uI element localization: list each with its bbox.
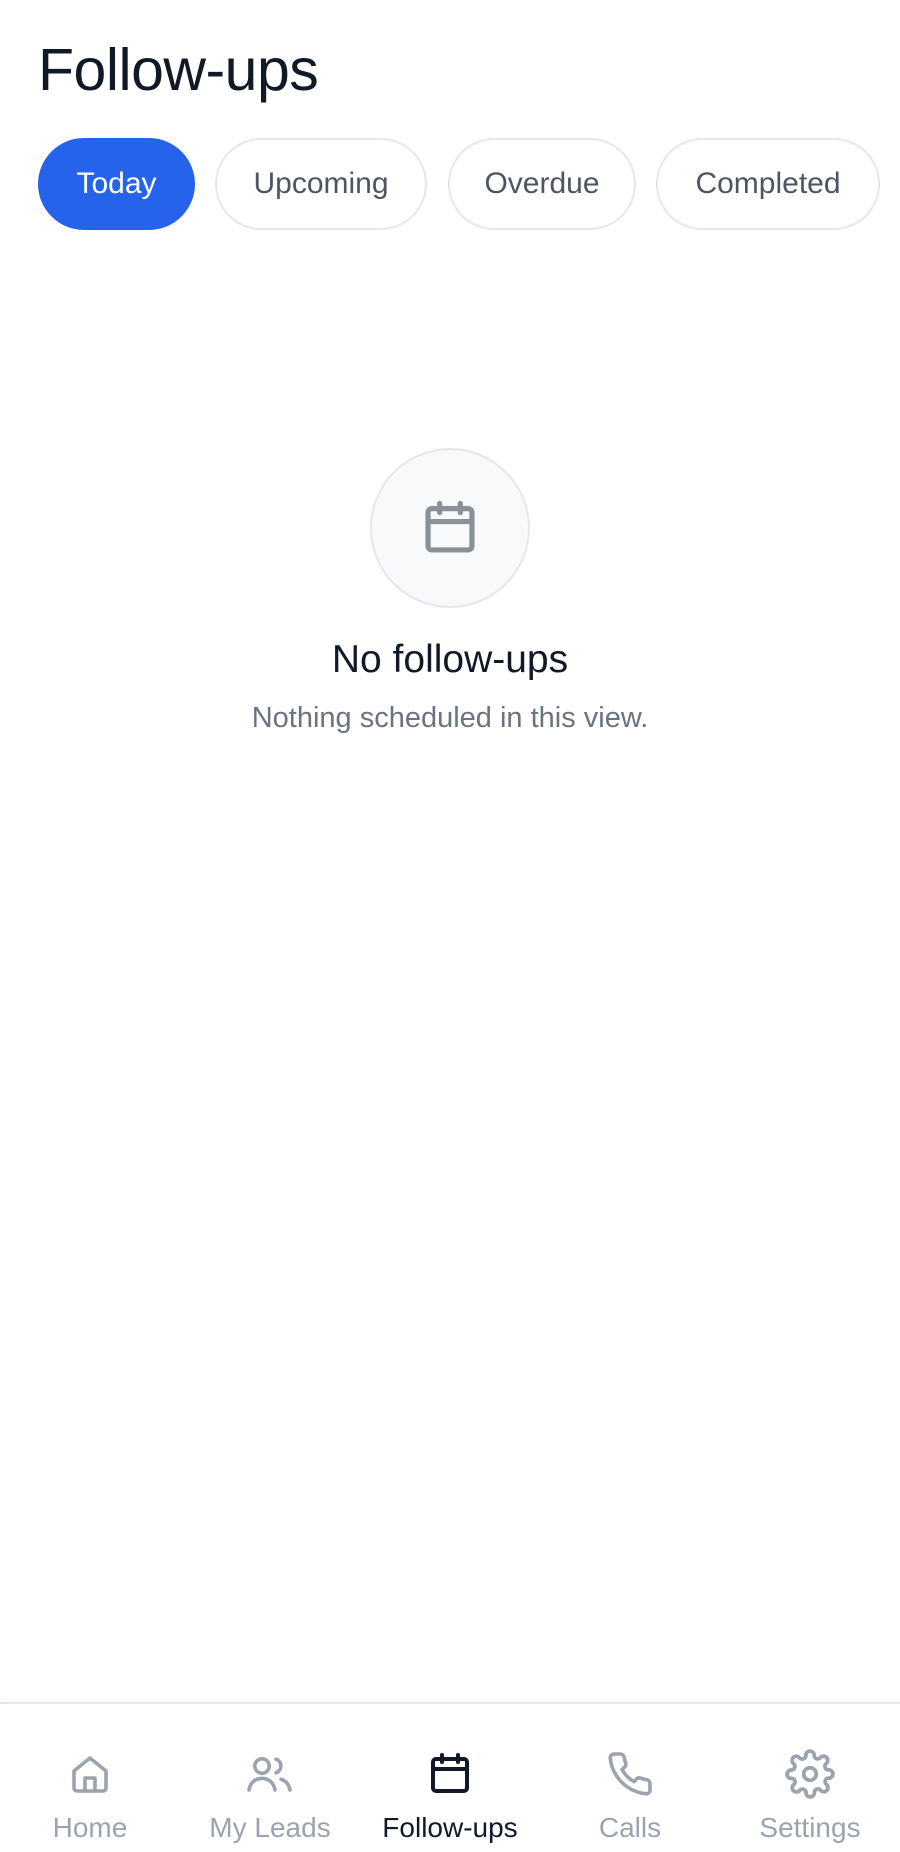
page-title: Follow-ups (38, 37, 319, 103)
nav-item-home[interactable]: Home (0, 1704, 180, 1852)
nav-item-settings[interactable]: Settings (720, 1704, 900, 1852)
nav-item-my-leads[interactable]: My Leads (180, 1704, 360, 1852)
empty-state-title: No follow-ups (331, 638, 569, 681)
empty-state-icon-circle (370, 448, 530, 608)
empty-state: No follow-ups Nothing scheduled in this … (0, 448, 900, 735)
calendar-icon (425, 500, 475, 553)
tab-upcoming[interactable]: Upcoming (215, 138, 427, 230)
nav-label-my-leads: My Leads (209, 1812, 331, 1843)
nav-label-follow-ups: Follow-ups (382, 1812, 518, 1843)
phone-icon (608, 1752, 652, 1796)
home-icon (72, 1756, 108, 1793)
calendar-icon (431, 1753, 469, 1793)
tab-completed[interactable]: Completed (656, 138, 880, 230)
nav-label-calls: Calls (598, 1812, 662, 1843)
nav-item-follow-ups[interactable]: Follow-ups (360, 1704, 540, 1852)
nav-item-calls[interactable]: Calls (540, 1704, 720, 1852)
users-icon (247, 1757, 292, 1792)
tab-overdue[interactable]: Overdue (448, 138, 636, 230)
tab-today[interactable]: Today (38, 138, 195, 230)
empty-state-subtitle: Nothing scheduled in this view. (251, 702, 649, 734)
nav-label-home: Home (52, 1812, 128, 1843)
gear-icon (785, 1749, 835, 1799)
nav-label-settings: Settings (759, 1812, 861, 1843)
bottom-nav: Home My Leads Follow-ups Calls Settings (0, 1702, 900, 1852)
